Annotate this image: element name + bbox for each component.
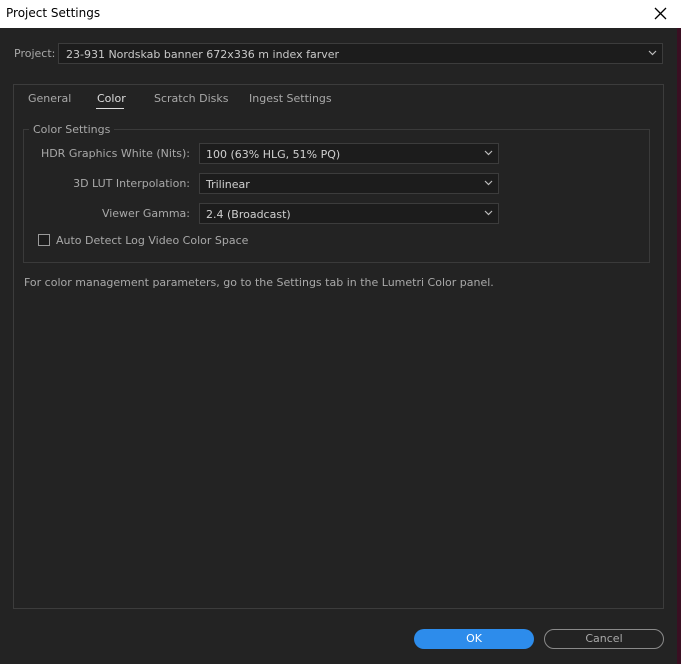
close-icon bbox=[654, 7, 667, 20]
auto-detect-log-label[interactable]: Auto Detect Log Video Color Space bbox=[56, 234, 248, 247]
hdr-graphics-white-dropdown[interactable]: 100 (63% HLG, 51% PQ) bbox=[199, 143, 499, 164]
chevron-down-icon bbox=[648, 50, 657, 56]
viewer-gamma-label: Viewer Gamma: bbox=[101, 207, 190, 220]
lut-interpolation-label: 3D LUT Interpolation: bbox=[73, 177, 190, 190]
close-button[interactable] bbox=[641, 0, 681, 28]
active-tab-indicator bbox=[96, 108, 124, 109]
hdr-graphics-white-label: HDR Graphics White (Nits): bbox=[40, 147, 190, 160]
tab-scratch-disks[interactable]: Scratch Disks bbox=[154, 92, 228, 105]
chevron-down-icon bbox=[484, 180, 493, 186]
tab-general[interactable]: General bbox=[28, 92, 71, 105]
title-bar: Project Settings bbox=[0, 0, 681, 28]
chevron-down-icon bbox=[484, 150, 493, 156]
lut-interpolation-dropdown[interactable]: Trilinear bbox=[199, 173, 499, 194]
hdr-graphics-white-value: 100 (63% HLG, 51% PQ) bbox=[206, 148, 341, 161]
viewer-gamma-dropdown[interactable]: 2.4 (Broadcast) bbox=[199, 203, 499, 224]
color-settings-group-title: Color Settings bbox=[29, 123, 115, 136]
project-dropdown-value: 23-931 Nordskab banner 672x336 m index f… bbox=[66, 48, 340, 61]
color-management-info: For color management parameters, go to t… bbox=[24, 276, 494, 289]
ok-button[interactable]: OK bbox=[414, 629, 534, 649]
window-title: Project Settings bbox=[6, 6, 101, 20]
project-dropdown[interactable]: 23-931 Nordskab banner 672x336 m index f… bbox=[58, 43, 663, 64]
chevron-down-icon bbox=[484, 210, 493, 216]
tab-ingest-settings[interactable]: Ingest Settings bbox=[249, 92, 332, 105]
viewer-gamma-value: 2.4 (Broadcast) bbox=[206, 208, 291, 221]
background-window-edge bbox=[677, 28, 681, 664]
lut-interpolation-value: Trilinear bbox=[206, 178, 250, 191]
tab-color[interactable]: Color bbox=[97, 92, 126, 105]
project-label: Project: bbox=[14, 47, 56, 60]
auto-detect-log-checkbox[interactable] bbox=[38, 234, 50, 246]
cancel-button[interactable]: Cancel bbox=[544, 629, 664, 649]
